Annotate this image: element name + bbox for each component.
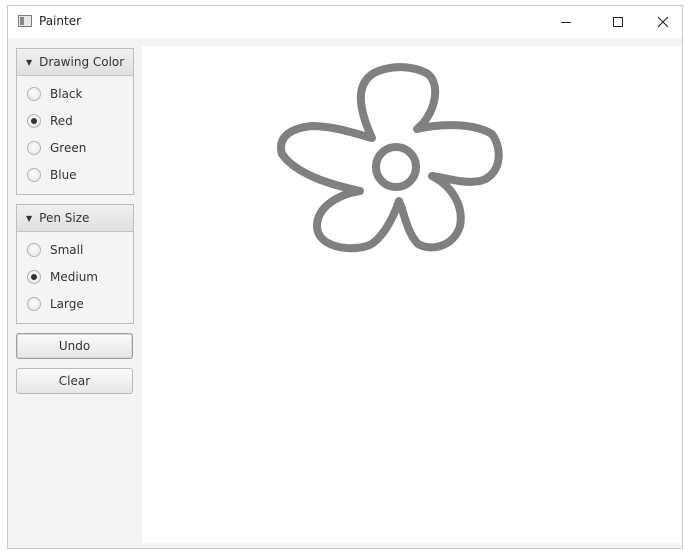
flower-drawing [277, 63, 503, 253]
window-app-icon [18, 15, 32, 27]
radio-red[interactable] [27, 114, 41, 128]
title-bar[interactable]: Painter [8, 6, 682, 38]
radio-black[interactable] [27, 87, 41, 101]
tool-sidebar: ▼ Drawing Color Black Red Green Blue ▼ P… [8, 38, 142, 548]
clear-button[interactable]: Clear [16, 368, 133, 394]
drawing-color-title: Drawing Color [39, 55, 125, 69]
radio-label-blue: Blue [50, 168, 77, 182]
maximize-icon [613, 17, 623, 27]
radio-label-medium: Medium [50, 270, 98, 284]
pen-size-pane: ▼ Pen Size Small Medium Large [16, 204, 134, 324]
radio-small[interactable] [27, 243, 41, 257]
color-option-black[interactable]: Black [27, 87, 82, 101]
color-option-red[interactable]: Red [27, 114, 73, 128]
color-option-blue[interactable]: Blue [27, 168, 77, 182]
radio-label-black: Black [50, 87, 83, 101]
pen-size-header[interactable]: ▼ Pen Size [17, 205, 133, 232]
minimize-button[interactable] [543, 6, 589, 38]
close-icon [657, 16, 669, 28]
drawing-color-header[interactable]: ▼ Drawing Color [17, 49, 133, 76]
maximize-button[interactable] [595, 6, 641, 38]
painter-window: Painter ▼ Drawing Color Black Red Green … [7, 5, 683, 549]
content-area: ▼ Drawing Color Black Red Green Blue ▼ P… [8, 38, 682, 548]
radio-blue[interactable] [27, 168, 41, 182]
radio-medium[interactable] [27, 270, 41, 284]
radio-label-small: Small [50, 243, 84, 257]
collapse-arrow-icon: ▼ [26, 57, 33, 67]
size-option-large[interactable]: Large [27, 297, 84, 311]
radio-label-red: Red [50, 114, 73, 128]
collapse-arrow-icon: ▼ [26, 213, 33, 223]
size-option-small[interactable]: Small [27, 243, 83, 257]
undo-button[interactable]: Undo [16, 333, 133, 359]
pen-size-title: Pen Size [39, 211, 90, 225]
minimize-icon [561, 21, 571, 23]
window-title: Painter [39, 14, 82, 28]
drawing-color-pane: ▼ Drawing Color Black Red Green Blue [16, 48, 134, 195]
size-option-medium[interactable]: Medium [27, 270, 98, 284]
radio-large[interactable] [27, 297, 41, 311]
radio-label-green: Green [50, 141, 87, 155]
radio-green[interactable] [27, 141, 41, 155]
radio-label-large: Large [50, 297, 84, 311]
close-button[interactable] [640, 6, 684, 38]
drawing-canvas[interactable] [142, 46, 682, 543]
color-option-green[interactable]: Green [27, 141, 86, 155]
